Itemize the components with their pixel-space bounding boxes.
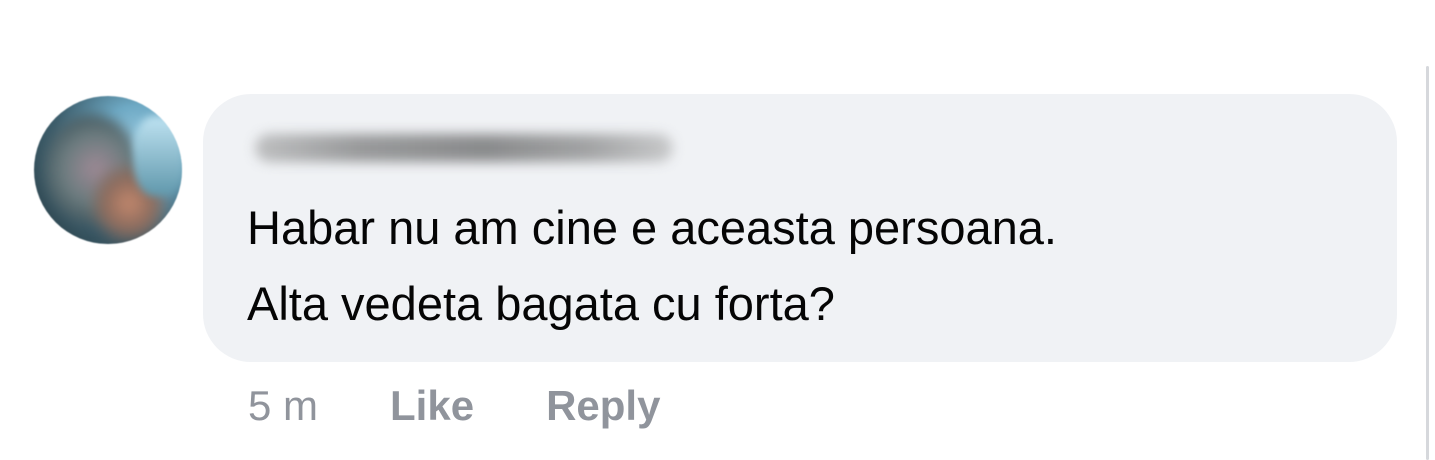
comment-actions: 5 m Like Reply	[248, 376, 660, 436]
comment-bubble: Habar nu am cine e aceasta persoana. Alt…	[203, 94, 1397, 362]
comment-text: Habar nu am cine e aceasta persoana. Alt…	[247, 190, 1367, 342]
reply-button[interactable]: Reply	[546, 382, 660, 430]
avatar[interactable]	[34, 96, 182, 244]
avatar-image-background	[134, 116, 182, 196]
scrollbar-edge	[1426, 66, 1429, 460]
comment-text-line: Habar nu am cine e aceasta persoana.	[247, 201, 1057, 254]
comment: Habar nu am cine e aceasta persoana. Alt…	[0, 0, 1435, 460]
like-button[interactable]: Like	[390, 382, 474, 430]
timestamp[interactable]: 5 m	[248, 382, 318, 430]
comment-text-line: Alta vedeta bagata cu forta?	[247, 277, 835, 330]
author-name-redaction	[255, 134, 673, 162]
